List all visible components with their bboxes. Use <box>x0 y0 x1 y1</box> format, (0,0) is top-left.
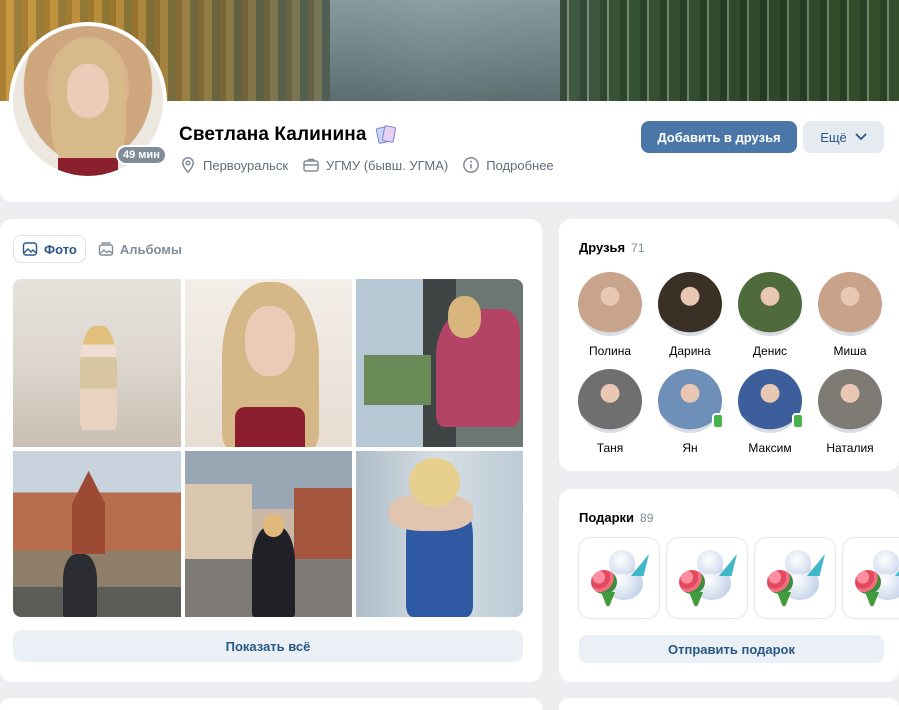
friend-item[interactable]: Полина <box>578 272 642 359</box>
friend-item[interactable]: Дарина <box>658 272 722 359</box>
gifts-row <box>579 538 899 618</box>
friend-item[interactable]: Наталия <box>818 369 882 456</box>
chevron-down-icon <box>855 133 867 141</box>
friend-avatar <box>738 369 804 433</box>
photos-tabs: Фото Альбомы <box>13 235 190 263</box>
online-status-badge: 49 мин <box>116 145 167 165</box>
friend-avatar <box>658 272 722 336</box>
friend-avatar <box>738 272 802 336</box>
profile-info-row: Первоуральск УГМУ (бывш. УГМА) Подробнее <box>179 156 554 174</box>
tab-albums[interactable]: Альбомы <box>90 235 190 263</box>
tab-photos[interactable]: Фото <box>13 235 86 263</box>
friends-header[interactable]: Друзья 71 <box>579 240 645 255</box>
gifts-card: Подарки 89 Отправить подарок <box>559 489 899 682</box>
friends-title: Друзья <box>579 240 626 255</box>
friend-name: Миша <box>833 344 867 358</box>
friends-count: 71 <box>631 241 645 255</box>
education-info[interactable]: УГМУ (бывш. УГМА) <box>302 156 448 174</box>
gift-item[interactable] <box>755 538 835 618</box>
friend-avatar <box>578 272 642 336</box>
photos-card: Фото Альбомы Показать всё <box>0 219 542 682</box>
friend-item[interactable]: Таня <box>578 369 642 456</box>
online-status-label: 49 мин <box>118 147 165 163</box>
friend-item[interactable]: Денис <box>738 272 802 359</box>
friend-name: Ян <box>682 441 698 455</box>
friend-item[interactable]: Миша <box>818 272 882 359</box>
gift-item[interactable] <box>667 538 747 618</box>
photo-icon <box>22 242 38 256</box>
photo-thumbnail[interactable] <box>13 279 181 447</box>
cover-river <box>330 0 560 102</box>
friend-name: Таня <box>596 441 624 455</box>
friend-name: Денис <box>752 344 788 358</box>
show-all-photos-button[interactable]: Показать всё <box>13 630 523 662</box>
next-section-card-left <box>0 698 542 710</box>
friend-name: Максим <box>748 441 792 455</box>
details-link[interactable]: Подробнее <box>462 156 554 174</box>
friend-avatar <box>818 369 882 433</box>
send-gift-button[interactable]: Отправить подарок <box>579 635 884 663</box>
friends-card: Друзья 71 Полина Дарина Денис Миша Таня Ян Мак… <box>559 219 899 471</box>
location-pin-icon <box>182 157 194 174</box>
next-section-card-right <box>559 698 899 710</box>
photo-thumbnail[interactable] <box>356 451 523 617</box>
city-label: Первоуральск <box>203 157 289 173</box>
info-icon <box>463 157 480 173</box>
tab-albums-label: Альбомы <box>119 241 183 257</box>
photo-thumbnail[interactable] <box>13 451 181 617</box>
gifts-header[interactable]: Подарки 89 <box>579 510 653 525</box>
mobile-online-icon <box>712 413 724 429</box>
gift-item[interactable] <box>843 538 899 618</box>
profile-name: Светлана Калинина <box>179 124 367 145</box>
more-label: Ещё <box>820 129 847 145</box>
gifts-title: Подарки <box>579 510 635 525</box>
friends-grid: Полина Дарина Денис Миша Таня Ян Максим Наталия <box>578 272 882 456</box>
friend-name: Дарина <box>669 344 711 358</box>
gift-item[interactable] <box>579 538 659 618</box>
friend-avatar <box>658 369 724 433</box>
tab-photos-label: Фото <box>44 241 77 257</box>
more-button[interactable]: Ещё <box>803 121 884 153</box>
add-friend-button[interactable]: Добавить в друзья <box>641 121 797 153</box>
photo-grid <box>13 279 523 617</box>
friend-avatar <box>818 272 882 336</box>
cards-emoji-icon <box>374 125 397 145</box>
photo-thumbnail[interactable] <box>185 451 352 617</box>
friend-name: Полина <box>588 344 632 358</box>
details-label: Подробнее <box>486 157 554 173</box>
briefcase-icon <box>303 158 319 172</box>
profile-name-row: Светлана Калинина <box>179 124 397 146</box>
education-label: УГМУ (бывш. УГМА) <box>326 157 449 173</box>
friend-name: Наталия <box>826 441 874 455</box>
friend-avatar <box>578 369 642 433</box>
albums-icon <box>98 242 114 256</box>
city-info[interactable]: Первоуральск <box>179 156 288 174</box>
friend-item[interactable]: Максим <box>738 369 804 456</box>
photo-thumbnail[interactable] <box>185 279 352 447</box>
cover-forest-right <box>560 0 899 102</box>
photo-thumbnail[interactable] <box>356 279 523 447</box>
mobile-online-icon <box>792 413 804 429</box>
friend-item[interactable]: Ян <box>658 369 724 456</box>
gifts-count: 89 <box>640 511 654 525</box>
